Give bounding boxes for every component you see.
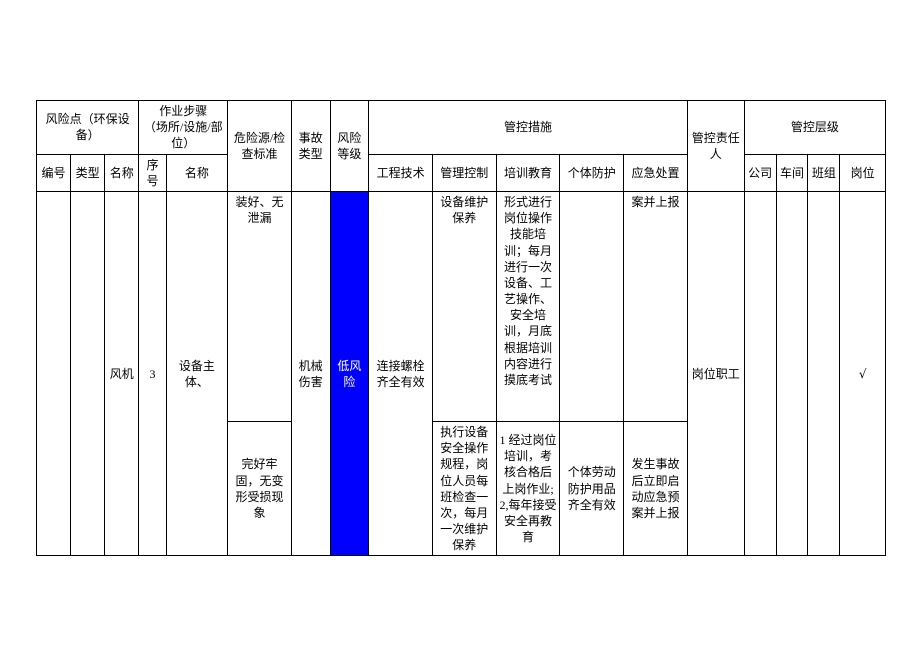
hdr-type: 类型 — [71, 154, 105, 191]
cell-workshop — [776, 191, 808, 556]
cell-ppe: 个体劳动防护用品齐全有效 — [560, 421, 624, 556]
hdr-name: 名称 — [105, 154, 139, 191]
hdr-control-level: 管控层级 — [744, 101, 885, 155]
cell-accident-type: 机械伤害 — [291, 191, 330, 556]
cell-mgmt-ctrl: 设备维护保养 — [432, 191, 496, 421]
hdr-control-measures: 管控措施 — [369, 101, 688, 155]
hdr-accident-type: 事故类型 — [291, 101, 330, 192]
header-row-2: 编号 类型 名称 序号 名称 工程技术 管理控制 培训教育 个体防护 应急处置 … — [37, 154, 886, 191]
hdr-risk-level: 风险等级 — [330, 101, 369, 192]
cell-mgmt-ctrl: 执行设备安全操作规程，岗位人员每班检查一次，每月一次维护保养 — [432, 421, 496, 556]
cell-step-name: 设备主体、 — [166, 191, 227, 556]
cell-hazard: 装好、无泄漏 — [228, 191, 292, 421]
hdr-hazard: 危险源/检查标准 — [228, 101, 292, 192]
cell-company — [744, 191, 776, 556]
hdr-id: 编号 — [37, 154, 71, 191]
cell-training: 1 经过岗位培训，考核合格后上岗作业; 2,每年接受安全再教育 — [496, 421, 560, 556]
hdr-mgmt-ctrl: 管理控制 — [432, 154, 496, 191]
hdr-eng-tech: 工程技术 — [369, 154, 433, 191]
cell-training: 形式进行岗位操作技能培训；每月进行一次设备、工艺操作、安全培训，月底根据培训内容… — [496, 191, 560, 421]
cell-id — [37, 191, 71, 556]
hdr-step-name: 名称 — [166, 154, 227, 191]
cell-person: 岗位职工 — [687, 191, 744, 556]
hdr-training: 培训教育 — [496, 154, 560, 191]
hdr-seq: 序号 — [139, 154, 166, 191]
hdr-control-person: 管控责任人 — [687, 101, 744, 192]
hdr-ppe: 个体防护 — [560, 154, 624, 191]
risk-assessment-table: 风险点（环保设备） 作业步骤 （场所/设施/部位） 危险源/检查标准 事故类型 … — [36, 100, 886, 556]
hdr-work-step: 作业步骤 （场所/设施/部位） — [139, 101, 228, 155]
cell-type — [71, 191, 105, 556]
hdr-company: 公司 — [744, 154, 776, 191]
header-row-1: 风险点（环保设备） 作业步骤 （场所/设施/部位） 危险源/检查标准 事故类型 … — [37, 101, 886, 155]
cell-emergency: 案并上报 — [624, 191, 688, 421]
cell-team — [808, 191, 840, 556]
hdr-post: 岗位 — [840, 154, 886, 191]
hdr-risk-point: 风险点（环保设备） — [37, 101, 139, 155]
cell-ppe — [560, 191, 624, 421]
cell-eng-tech: 连接螺栓齐全有效 — [369, 191, 433, 556]
hdr-workshop: 车间 — [776, 154, 808, 191]
cell-hazard: 完好牢固，无变形受损现象 — [228, 421, 292, 556]
risk-table-container: 风险点（环保设备） 作业步骤 （场所/设施/部位） 危险源/检查标准 事故类型 … — [36, 100, 886, 556]
cell-post: √ — [840, 191, 886, 556]
cell-emergency: 发生事故后立即启动应急预案并上报 — [624, 421, 688, 556]
table-row: 风机 3 设备主体、 装好、无泄漏 机械伤害 低风险 连接螺栓齐全有效 设备维护… — [37, 191, 886, 421]
cell-seq: 3 — [139, 191, 166, 556]
hdr-team: 班组 — [808, 154, 840, 191]
cell-risk-level: 低风险 — [330, 191, 369, 556]
cell-name: 风机 — [105, 191, 139, 556]
hdr-emergency: 应急处置 — [624, 154, 688, 191]
